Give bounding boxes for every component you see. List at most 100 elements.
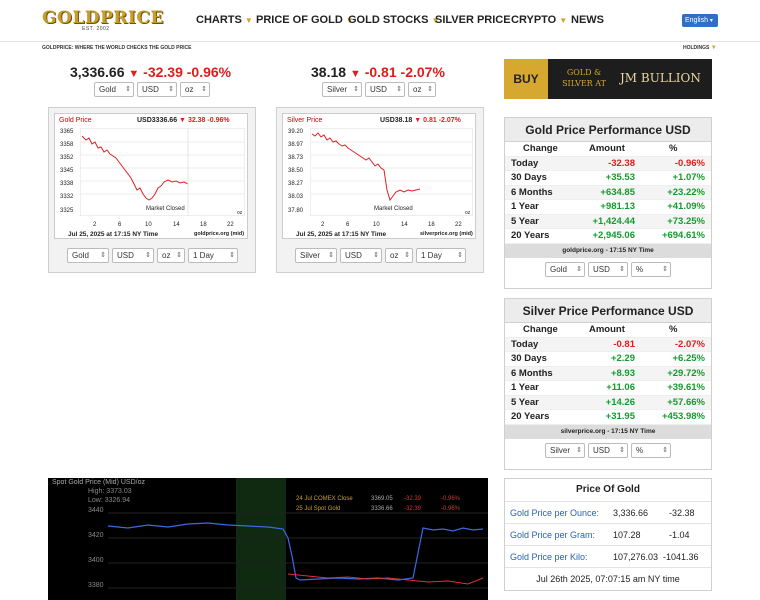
perf-row: 5 Year +1,424.44 +73.25% — [505, 214, 711, 229]
holdings-menu[interactable]: HOLDINGS ▼ — [683, 45, 717, 51]
gold-perf-metal-select[interactable]: Gold — [545, 261, 585, 277]
ad-tagline: GOLD & SILVER AT — [562, 68, 606, 88]
perf-row: 30 Days +2.29 +6.25% — [505, 352, 711, 367]
spot-ytick: 3440 — [88, 507, 104, 514]
chart-unit: oz — [465, 210, 471, 216]
gold-performance-title: Gold Price Performance USD — [505, 118, 711, 142]
silver-xtick: 6 — [346, 222, 350, 228]
gold-perf-currency-select[interactable]: USD — [588, 261, 628, 277]
perf-pct: +23.22% — [667, 186, 705, 198]
perf-header-pct: % — [669, 143, 678, 154]
jm-bullion-ad[interactable]: BUY GOLD & SILVER AT JM BULLION — [504, 59, 712, 99]
nav-crypto[interactable]: CRYPTO ▼ — [511, 14, 567, 26]
perf-label: 20 Years — [511, 411, 550, 422]
perf-pct: +41.09% — [667, 201, 705, 212]
pog-row: Gold Price per Gram: 107.28 -1.04 — [505, 523, 711, 545]
down-arrow-icon: ▼ — [179, 117, 186, 124]
nav-news[interactable]: NEWS — [571, 14, 604, 26]
silver-currency-select[interactable]: USD — [365, 82, 405, 97]
perf-label: 6 Months — [511, 367, 553, 379]
silver-chart-change: 0.81 — [423, 117, 437, 124]
legend-label: 25 Jul Spot Gold — [296, 506, 341, 512]
silver-pct: -2.07% — [400, 64, 445, 80]
pog-label[interactable]: Gold Price per Kilo: — [510, 552, 588, 562]
gold-chart-currency-select[interactable]: USD — [112, 248, 154, 263]
holdings-label: HOLDINGS — [683, 45, 710, 51]
gold-chart[interactable]: Gold Price USD3336.66 ▼ 32.38 -0.96% 336… — [54, 113, 248, 239]
gold-metal-select[interactable]: Gold — [94, 82, 134, 97]
chevron-down-icon: ▼ — [559, 16, 568, 25]
gold-ytick: 3345 — [60, 168, 74, 174]
perf-header: Change Amount % — [505, 323, 711, 338]
chart-source: silverprice.org (mid) — [420, 231, 473, 237]
nav-price-of-gold-label: PRICE OF GOLD — [256, 14, 343, 26]
spot-high-value: 3373.03 — [106, 488, 132, 495]
perf-amount: +8.93 — [610, 367, 635, 379]
perf-amount: +11.06 — [606, 382, 635, 393]
silver-performance-panel: Silver Price Performance USD Change Amou… — [504, 298, 712, 470]
spot-ytick: 3420 — [88, 532, 104, 539]
silver-chart-currency-select[interactable]: USD — [340, 248, 382, 263]
perf-amount: +634.85 — [600, 186, 635, 198]
perf-amount: +981.13 — [600, 201, 635, 212]
silver-line-chart — [310, 128, 473, 216]
gold-chart-range-select[interactable]: 1 Day — [188, 248, 238, 263]
nav-silver-price[interactable]: SILVER PRICE — [435, 14, 511, 26]
perf-amount: +1,424.44 — [592, 215, 635, 227]
gold-xtick: 10 — [145, 222, 152, 228]
gold-chart-unit-select[interactable]: oz — [157, 248, 185, 263]
pog-label[interactable]: Gold Price per Ounce: — [510, 508, 599, 518]
gold-perf-mode-select[interactable]: % — [631, 261, 671, 277]
pog-date: Jul 26th 2025, 07:07:15 am NY time — [536, 574, 680, 584]
gold-chart-metal-select[interactable]: Gold — [67, 248, 109, 263]
language-select[interactable]: English ▾ — [682, 14, 718, 27]
perf-footer: silverprice.org - 17:15 NY Time — [505, 424, 711, 439]
silver-ytick: 38.73 — [288, 155, 304, 161]
silver-perf-metal-select[interactable]: Silver — [545, 442, 585, 458]
perf-label: 1 Year — [511, 201, 539, 212]
nav-news-label: NEWS — [571, 14, 604, 26]
pog-change: -1.04 — [669, 530, 690, 540]
pog-label[interactable]: Gold Price per Gram: — [510, 530, 595, 540]
gold-chart-title: Gold Price — [59, 117, 92, 124]
silver-chart-range-select[interactable]: 1 Day — [416, 248, 466, 263]
legend-value: 3336.66 — [371, 506, 393, 512]
gold-chart-pct: -0.96% — [207, 117, 230, 124]
perf-header: Change Amount % — [505, 142, 711, 157]
spot-gold-chart[interactable]: Spot Gold Price (Mid) USD/oz High: 3373.… — [48, 478, 488, 600]
logo-text: GOLDPRICE — [42, 8, 164, 28]
gold-unit-select[interactable]: oz — [180, 82, 210, 97]
silver-perf-mode-select[interactable]: % — [631, 442, 671, 458]
perf-label: Today — [511, 338, 539, 350]
logo-est: EST. 2002 — [82, 26, 110, 32]
language-label: English — [685, 17, 708, 24]
nav-charts[interactable]: CHARTS ▼ — [196, 14, 253, 26]
silver-chart-unit-select[interactable]: oz — [385, 248, 413, 263]
silver-chart-title: Silver Price — [287, 117, 323, 124]
chevron-down-icon: ▾ — [709, 18, 713, 24]
silver-chart-metal-select[interactable]: Silver — [295, 248, 337, 263]
nav-price-of-gold[interactable]: PRICE OF GOLD ▼ — [256, 14, 354, 26]
legend-pct: -0.96% — [441, 506, 461, 512]
gold-currency-select[interactable]: USD — [137, 82, 177, 97]
silver-price: 38.18 — [311, 64, 347, 80]
silver-metal-select[interactable]: Silver — [322, 82, 362, 97]
silver-chart[interactable]: Silver Price USD38.18 ▼ 0.81 -2.07% 39.2… — [282, 113, 476, 239]
down-arrow-icon: ▼ — [128, 68, 140, 80]
silver-ytick: 38.50 — [288, 168, 304, 174]
legend-change: -32.39 — [404, 496, 422, 502]
silver-perf-currency-select[interactable]: USD — [588, 442, 628, 458]
silver-unit-select[interactable]: oz — [408, 82, 436, 97]
silver-chart-header: USD38.18 ▼ 0.81 -2.07% — [380, 117, 461, 124]
perf-label: 30 Days — [511, 353, 547, 364]
perf-label: Today — [511, 157, 539, 169]
goldprice-logo[interactable]: GOLDPRICE EST. 2002 — [42, 8, 166, 34]
spot-high-label: High: — [88, 488, 105, 495]
nav-charts-label: CHARTS — [196, 14, 242, 26]
spot-low: Low: 3326.94 — [88, 497, 130, 504]
silver-xtick: 10 — [373, 222, 380, 228]
nav-gold-stocks[interactable]: GOLD STOCKS ▼ — [348, 14, 439, 26]
chart-date: Jul 25, 2025 at 17:15 NY Time — [68, 231, 159, 238]
gold-pct: -0.96% — [186, 64, 232, 80]
perf-label: 6 Months — [511, 186, 553, 198]
